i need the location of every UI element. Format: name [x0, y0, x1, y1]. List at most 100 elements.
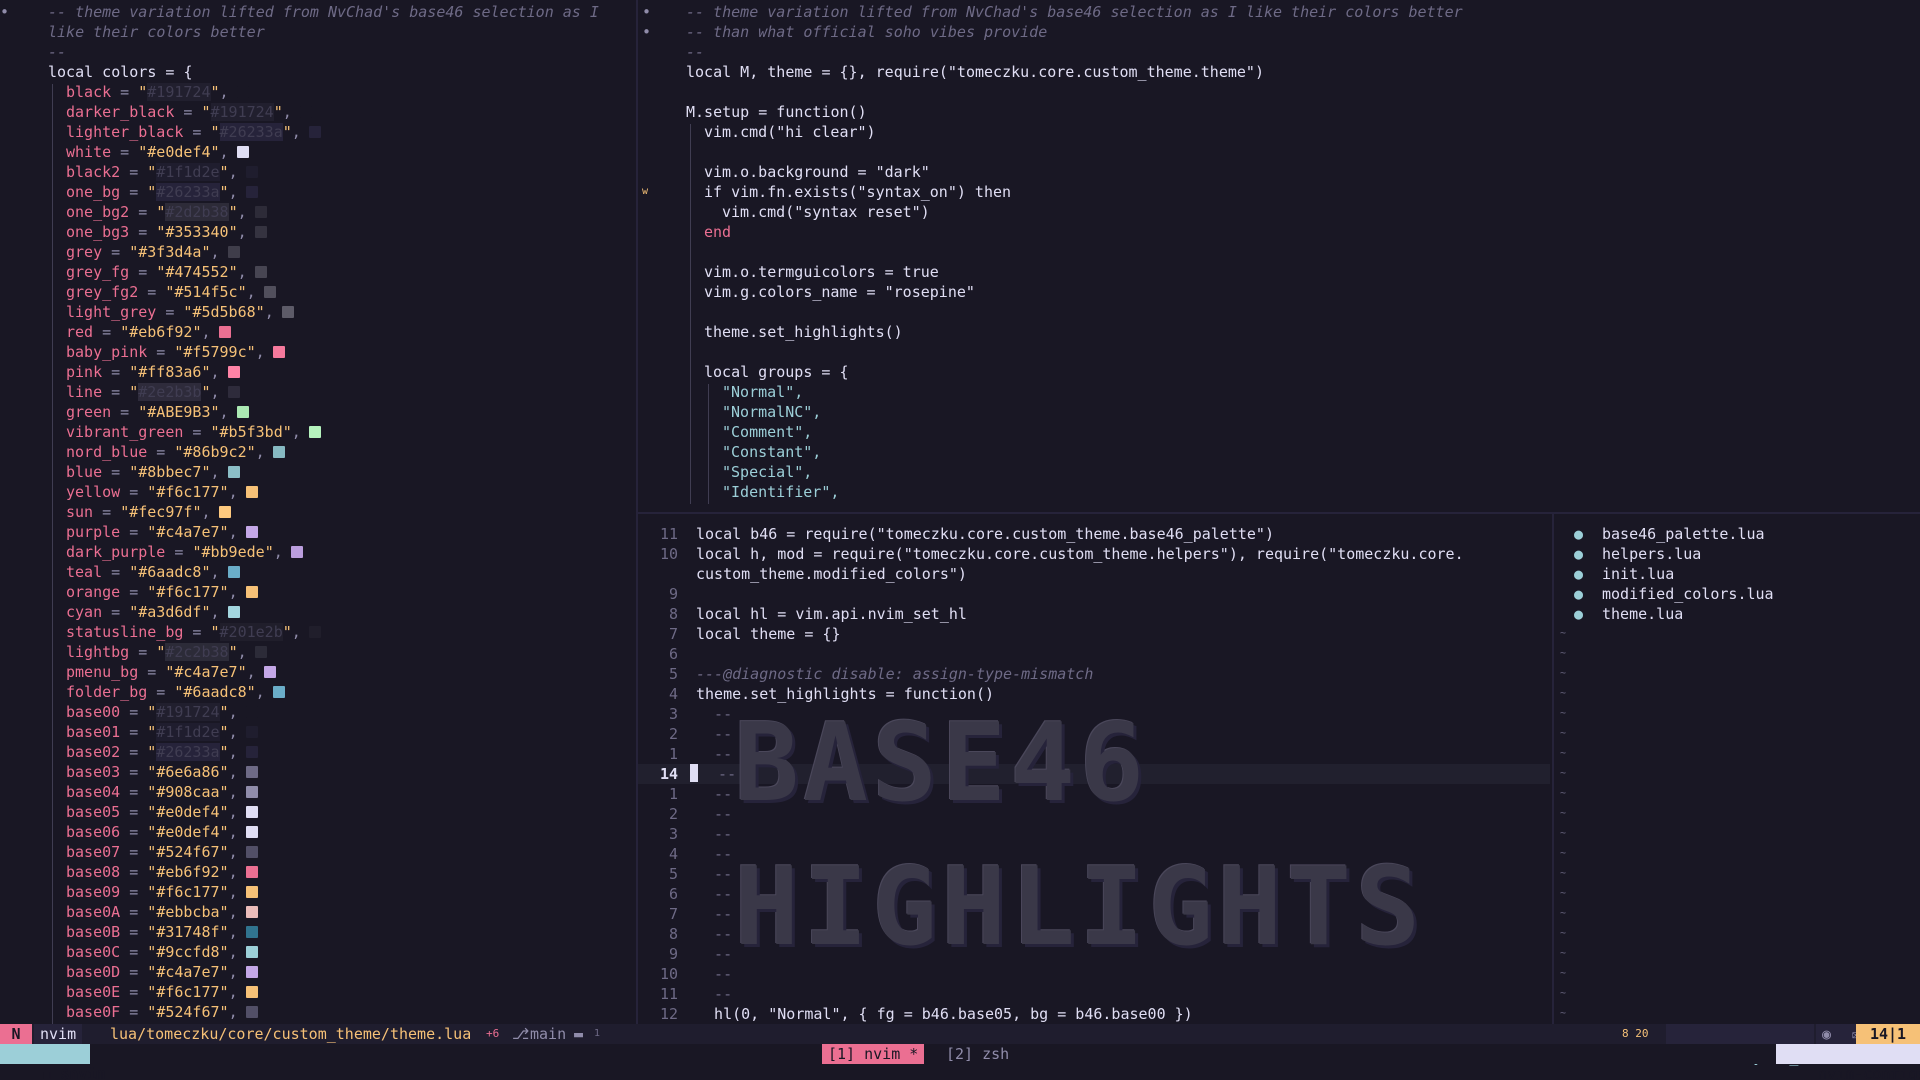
tab-zsh[interactable]: [2] zsh	[940, 1044, 1015, 1064]
color-entry: nord_blue = "#86b9c2",	[48, 442, 599, 462]
quote: "	[147, 523, 157, 541]
comma: ,	[201, 503, 211, 521]
color-value: #9ccfd8	[156, 943, 220, 961]
equals: =	[138, 283, 166, 301]
line-number: 6	[668, 645, 678, 663]
comma: ,	[273, 543, 283, 561]
code-text: --	[696, 785, 733, 803]
color-swatch-icon	[245, 926, 258, 938]
color-value: #474552	[165, 263, 229, 281]
color-value: #6e6a86	[156, 763, 220, 781]
color-key: grey_fg	[66, 263, 130, 281]
empty-line-marker: ~	[1560, 928, 1567, 939]
line-number: 8	[668, 925, 678, 943]
comma: ,	[228, 863, 238, 881]
color-value: #f6c177	[156, 983, 220, 1001]
cursor	[690, 764, 698, 782]
color-swatch-icon	[245, 906, 258, 918]
equals: =	[183, 623, 211, 641]
color-swatch-icon	[308, 626, 321, 638]
color-entry: base0B = "#31748f",	[48, 922, 599, 942]
file-tree-item[interactable]: ● init.lua	[1574, 564, 1774, 584]
equals: =	[129, 263, 157, 281]
comment-line: -- theme variation lifted from NvChad's …	[48, 3, 599, 21]
comma: ,	[228, 163, 238, 181]
terminal-icon: ☐	[42, 1065, 52, 1080]
color-entry: white = "#e0def4",	[48, 142, 599, 162]
lsp-status[interactable]: ● emmylua_ls+1	[1666, 1024, 1827, 1066]
color-value: #a3d6df	[138, 603, 202, 621]
color-entry: base0A = "#ebbcba",	[48, 902, 599, 922]
file-tree[interactable]: ● base46_palette.lua ● helpers.lua ● init.lua…	[1552, 514, 1920, 1024]
bottom-right-editor-pane[interactable]: 11 local b46 = require("tomeczku.core.cus…	[638, 514, 1550, 1024]
color-key: light_grey	[66, 303, 157, 321]
color-value: #191724	[156, 703, 220, 721]
code-line: vim.cmd("syntax reset")	[722, 203, 930, 221]
comma: ,	[237, 263, 247, 281]
color-value: #e0def4	[156, 823, 220, 841]
quote: "	[264, 543, 274, 561]
comma: ,	[210, 563, 220, 581]
code-text: local h, mod = require("tomeczku.core.cu…	[696, 545, 1464, 563]
comma: ,	[228, 703, 238, 721]
quote: "	[129, 363, 139, 381]
quote: "	[147, 843, 157, 861]
quote: "	[219, 523, 229, 541]
line-number: 5	[668, 865, 678, 883]
left-editor-pane[interactable]: • -- theme variation lifted from NvChad'…	[0, 0, 636, 1024]
file-tree-item[interactable]: ● modified_colors.lua	[1574, 584, 1774, 604]
color-key: lightbg	[66, 643, 130, 661]
code-text: --	[696, 725, 733, 743]
file-tree-item[interactable]: ● theme.lua	[1574, 604, 1774, 624]
quote: "	[210, 403, 220, 421]
file-name: helpers.lua	[1602, 545, 1702, 563]
equals: =	[120, 583, 148, 601]
code-text: --	[700, 765, 737, 783]
file-path[interactable]: lua/tomeczku/core/custom_theme/theme.lua	[104, 1024, 477, 1044]
color-swatch-icon	[245, 806, 258, 818]
git-branch[interactable]: main	[524, 1024, 572, 1044]
equals: =	[120, 863, 148, 881]
color-swatch-icon	[245, 946, 258, 958]
color-swatch-icon	[245, 966, 258, 978]
equals: =	[120, 883, 148, 901]
quote: "	[129, 563, 139, 581]
code-text: local b46 = require("tomeczku.core.custo…	[696, 525, 1274, 543]
color-value: #f6c177	[156, 883, 220, 901]
code-text: --	[696, 925, 733, 943]
quote: "	[237, 663, 247, 681]
line-number: 10	[659, 965, 678, 983]
color-entry: black = "#191724",	[48, 82, 599, 102]
line-number: 11	[659, 525, 678, 543]
file-tree-item[interactable]: ● helpers.lua	[1574, 544, 1774, 564]
top-right-editor-pane[interactable]: • • w -- theme variation lifted from NvC…	[638, 0, 1920, 512]
color-swatch-icon	[245, 766, 258, 778]
quote: "	[156, 643, 166, 661]
line-number: 11	[659, 985, 678, 1003]
comma: ,	[228, 523, 238, 541]
quote: "	[147, 703, 157, 721]
color-value: #fec97f	[129, 503, 193, 521]
lua-file-icon: ●	[1574, 545, 1584, 563]
color-value: #f6c177	[156, 583, 220, 601]
quote: "	[120, 503, 130, 521]
line-number: 1	[668, 745, 678, 763]
color-value: #1f1d2e	[156, 163, 220, 181]
quote: "	[282, 123, 292, 141]
color-entry: folder_bg = "#6aadc8",	[48, 682, 599, 702]
quote: "	[210, 83, 220, 101]
color-value: #eb6f92	[156, 863, 220, 881]
file-name: modified_colors.lua	[1602, 585, 1774, 603]
quote: "	[282, 423, 292, 441]
quote: "	[156, 263, 166, 281]
color-key: pmenu_bg	[66, 663, 139, 681]
color-entry: orange = "#f6c177",	[48, 582, 599, 602]
file-tree-item[interactable]: ● base46_palette.lua	[1574, 524, 1774, 544]
color-key: vibrant_green	[66, 423, 184, 441]
quote: "	[147, 883, 157, 901]
tab-nvim[interactable]: [1] nvim *	[822, 1044, 925, 1064]
equals: =	[120, 983, 148, 1001]
color-swatch-icon	[272, 346, 285, 358]
session-name[interactable]: ☐ $nvim	[0, 1044, 105, 1080]
code-text: custom_theme.modified_colors")	[696, 565, 967, 583]
